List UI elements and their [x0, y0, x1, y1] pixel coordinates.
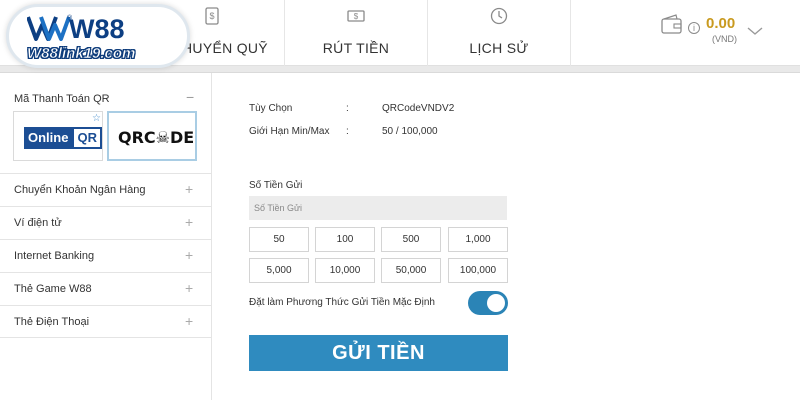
toggle-knob [487, 294, 505, 312]
sidebar-item-label: Internet Banking [14, 250, 95, 262]
brand-logo[interactable]: ® W88 W88link19.com [6, 4, 190, 68]
quick-amount-button[interactable]: 100,000 [448, 258, 508, 283]
online-qr-text-b: QR [72, 127, 102, 149]
amount-input[interactable] [249, 196, 507, 220]
star-icon: ☆ [92, 113, 101, 124]
tab-withdraw-label: RÚT TIỀN [322, 40, 390, 56]
sidebar-item-game-card[interactable]: Thẻ Game W88 + [0, 272, 212, 305]
limit-colon: : [346, 126, 349, 137]
online-qr-text-a: Online [24, 127, 73, 149]
plus-icon: + [185, 181, 194, 197]
submit-deposit-button[interactable]: GỬI TIỀN [249, 335, 508, 371]
sidebar-item-label: Thẻ Điện Thoại [14, 316, 90, 328]
sidebar-item-phone-card[interactable]: Thẻ Điện Thoại + [0, 305, 212, 338]
sidebar-header-qr[interactable]: Mã Thanh Toán QR [14, 93, 110, 105]
limit-value: 50 / 100,000 [382, 126, 438, 137]
qrcode-option[interactable]: QRC☠DE [107, 111, 197, 161]
online-qr-option[interactable]: Online QR ☆ [13, 111, 103, 161]
wallet-currency: (VND) [712, 34, 737, 44]
default-method-label: Đặt làm Phương Thức Gửi Tiền Mặc Định [249, 297, 435, 308]
sidebar-item-label: Chuyển Khoản Ngân Hàng [14, 184, 146, 196]
tab-withdraw[interactable]: $ RÚT TIỀN [285, 0, 428, 66]
amount-label: Số Tiền Gửi [249, 180, 303, 191]
quick-amount-button[interactable]: 50,000 [381, 258, 441, 283]
quick-amount-button[interactable]: 500 [381, 227, 441, 252]
plus-icon: + [185, 214, 194, 230]
deposit-icon: $ [202, 6, 222, 26]
quick-amount-button[interactable]: 5,000 [249, 258, 309, 283]
quick-amount-button[interactable]: 1,000 [448, 227, 508, 252]
sidebar-item-label: Ví điện tử [14, 217, 62, 229]
svg-text:$: $ [354, 12, 359, 21]
brand-name: W88 [69, 14, 125, 44]
info-icon[interactable]: i [688, 22, 700, 34]
tab-history-label: LỊCH SỬ [469, 40, 529, 56]
withdraw-icon: $ [346, 6, 366, 26]
sidebar-item-ewallet[interactable]: Ví điện tử + [0, 206, 212, 239]
history-icon [489, 6, 509, 26]
payment-sidebar: Mã Thanh Toán QR − Online QR ☆ QRC☠DE Ch… [0, 73, 212, 400]
option-value: QRCodeVNDV2 [382, 103, 455, 114]
default-method-toggle[interactable] [468, 291, 508, 315]
sidebar-item-label: Thẻ Game W88 [14, 283, 92, 295]
plus-icon: + [185, 247, 194, 263]
limit-label: Giới Hạn Min/Max [249, 126, 330, 137]
option-label: Tùy Chọn [249, 103, 293, 114]
plus-icon: + [185, 313, 194, 329]
tab-history[interactable]: LỊCH SỬ [428, 0, 571, 66]
quick-amount-button[interactable]: 50 [249, 227, 309, 252]
chevron-down-icon[interactable] [746, 24, 764, 36]
w88-logo-icon [26, 15, 71, 41]
sidebar-item-internet-banking[interactable]: Internet Banking + [0, 239, 212, 272]
quick-amount-button[interactable]: 100 [315, 227, 375, 252]
svg-text:$: $ [209, 11, 214, 21]
option-colon: : [346, 103, 349, 114]
brand-site: W88link19.com [27, 45, 136, 63]
collapse-icon[interactable]: − [186, 89, 194, 105]
qrcode-logo: QRC☠DE [118, 128, 195, 147]
plus-icon: + [185, 280, 194, 296]
online-qr-logo: Online QR [24, 127, 102, 149]
sidebar-item-bank-transfer[interactable]: Chuyển Khoản Ngân Hàng + [0, 173, 212, 206]
wallet-icon [660, 14, 684, 36]
quick-amount-button[interactable]: 10,000 [315, 258, 375, 283]
wallet-balance: 0.00 [706, 15, 736, 32]
